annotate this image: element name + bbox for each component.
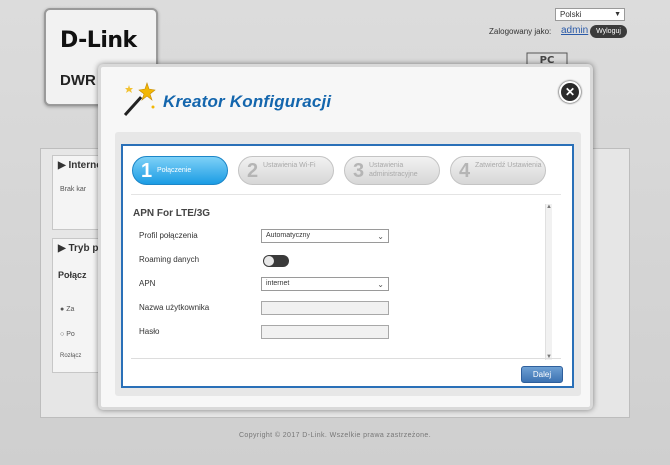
profile-label: Profil połączenia [139,231,198,240]
section-title: APN For LTE/3G [133,208,211,219]
password-input[interactable] [261,325,389,339]
close-button[interactable]: ✕ [559,81,581,103]
divider [131,358,561,359]
wizard-title: Kreator Konfiguracji [163,92,332,111]
wizard-steps: 1 Połączenie 2 Ustawienia Wi-Fi 3 Ustawi… [123,146,572,190]
section-internet-title: ▶ Interne [58,160,102,171]
profile-value: Automatyczny [266,232,310,239]
magic-wand-icon [123,82,156,117]
username-label: Nazwa użytkownika [139,303,210,312]
step-connection[interactable]: 1 Połączenie [132,156,228,185]
roaming-toggle[interactable] [263,255,289,267]
copyright-text: Copyright © 2017 D-Link. Wszelkie prawa … [238,432,432,439]
username-input[interactable] [261,301,389,315]
step-number: 4 [459,160,471,182]
step-number: 1 [141,160,153,182]
dlink-logo: D-Link [60,28,137,53]
username-link[interactable]: admin [561,25,588,36]
scroll-down-icon[interactable]: ▼ [546,354,552,360]
radio-option[interactable]: ● Za [60,306,74,313]
background-text: Rozłącz [60,353,82,359]
step-label: Zatwierdź Ustawienia [475,162,542,169]
login-label: Zalogowany jako: [489,27,552,36]
chevron-down-icon: ⌄ [377,232,384,241]
wizard-frame: 1 Połączenie 2 Ustawienia Wi-Fi 3 Ustawi… [121,144,574,388]
step-wifi[interactable]: 2 Ustawienia Wi-Fi [238,156,334,185]
close-icon: ✕ [564,85,576,99]
language-select[interactable]: Polski ▼ [555,8,625,21]
wizard-dialog: Kreator Konfiguracji ✕ 1 Połączenie 2 Us… [98,64,593,410]
step-label: Ustawienia Wi-Fi [263,162,316,169]
apn-label: APN [139,279,156,288]
section-mode-sub: Połącz [58,270,87,280]
toggle-knob [264,256,274,266]
profile-select[interactable]: Automatyczny ⌄ [261,229,389,243]
apn-select[interactable]: internet ⌄ [261,277,389,291]
model-name: DWR [60,72,96,89]
apn-form: APN For LTE/3G Profil połączenia Automat… [131,194,561,358]
step-label: Połączenie [157,167,192,174]
apn-value: internet [266,280,290,287]
step-number: 2 [247,160,259,182]
language-value: Polski [560,10,582,19]
logout-button[interactable]: Wyloguj [590,25,627,38]
step-admin[interactable]: 3 Ustawienia administracyjne [344,156,440,185]
step-number: 3 [353,160,365,182]
radio-option[interactable]: ○ Po [60,331,75,338]
roaming-label: Roaming danych [139,255,200,264]
chevron-down-icon: ⌄ [377,280,384,289]
section-internet-text: Brak kar [60,186,87,193]
scrollbar[interactable]: ▲ ▼ [545,204,552,360]
chevron-down-icon: ▼ [614,11,621,18]
scroll-up-icon[interactable]: ▲ [546,204,552,210]
step-confirm[interactable]: 4 Zatwierdź Ustawienia [450,156,546,185]
section-mode-title: ▶ Tryb p [58,243,99,254]
password-label: Hasło [139,327,160,336]
step-label: Ustawienia administracyjne [369,162,418,178]
next-button[interactable]: Dalej [521,366,563,383]
